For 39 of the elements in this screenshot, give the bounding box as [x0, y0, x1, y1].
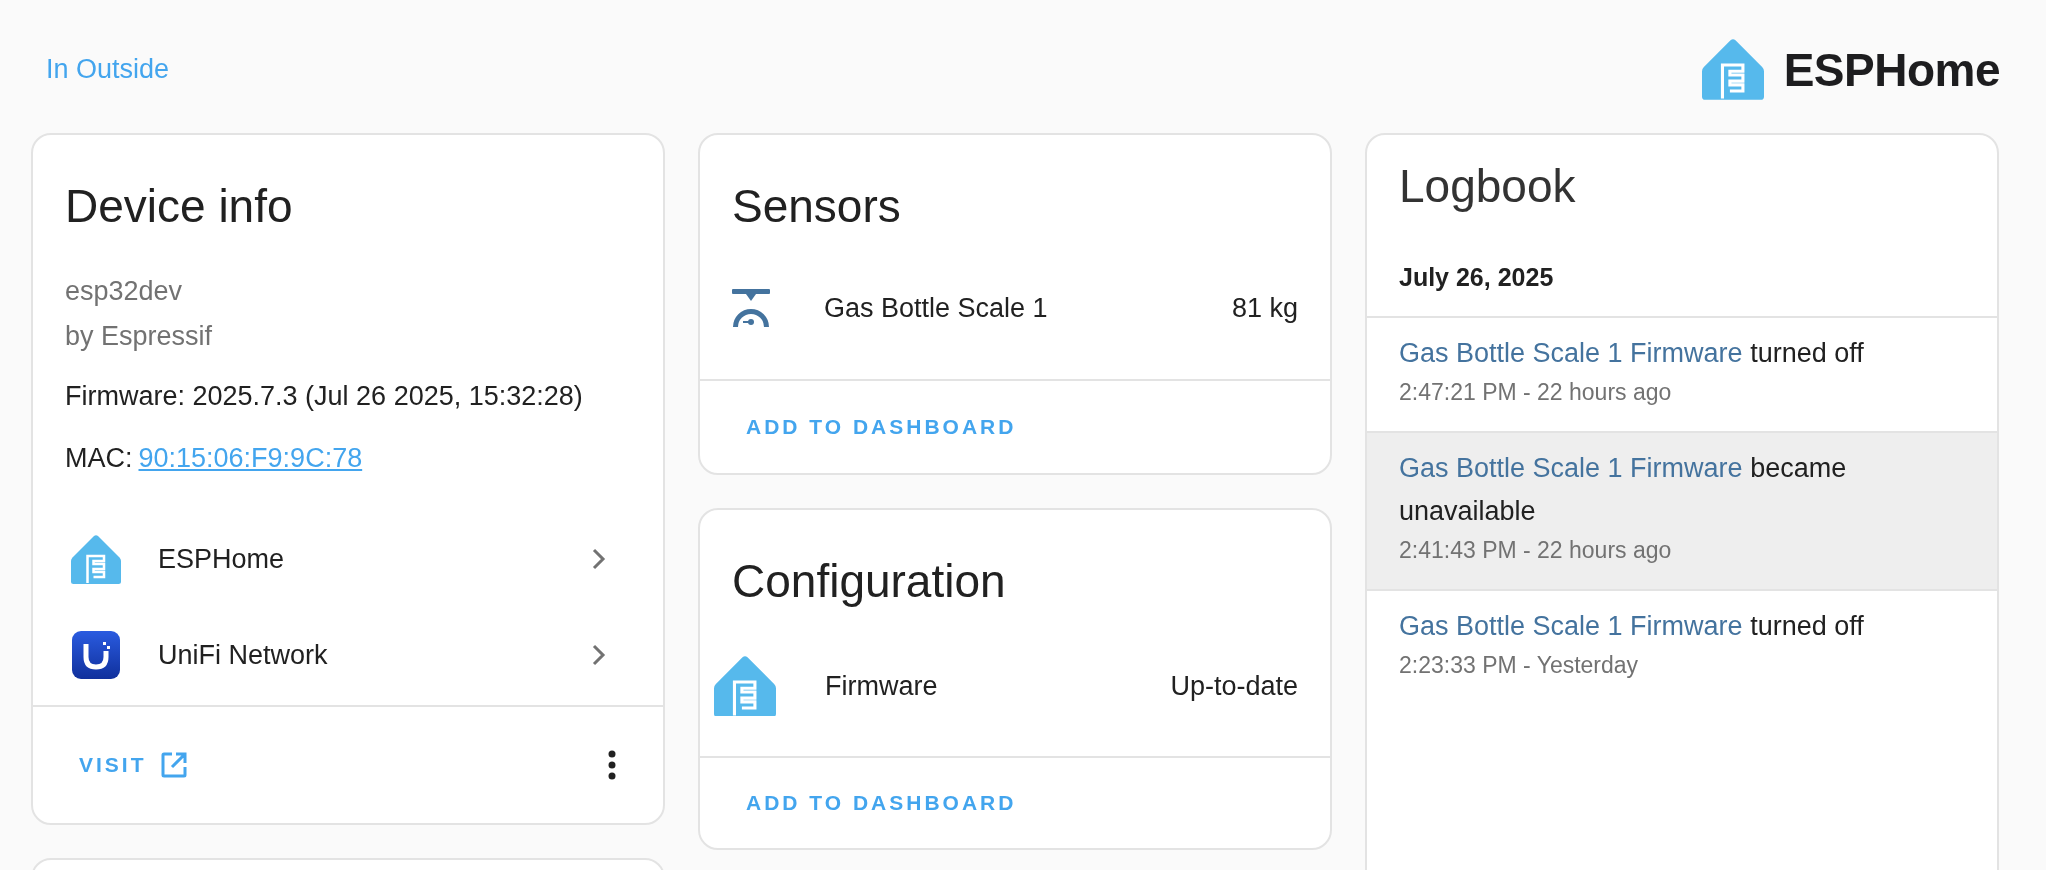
house-logo-icon	[714, 655, 776, 717]
card-title: Logbook	[1398, 159, 1577, 211]
more-icon	[608, 750, 616, 780]
log-time: 2:23:33 PM - Yesterday	[1399, 651, 1640, 680]
add-to-dashboard-button[interactable]: ADD TO DASHBOARD	[726, 405, 1037, 449]
house-logo-icon	[71, 534, 121, 584]
date-heading: July 26, 2025	[1398, 262, 1555, 293]
entity-value: Up-to-date	[1170, 670, 1298, 702]
log-message: Gas Bottle Scale 1 Firmware turned off	[1399, 610, 1865, 643]
entity-link[interactable]: Gas Bottle Scale 1 Firmware	[1399, 611, 1743, 641]
scale-icon	[730, 289, 772, 327]
entity-name: Firmware	[825, 670, 939, 702]
entity-link[interactable]: Gas Bottle Scale 1 Firmware	[1399, 453, 1743, 483]
house-logo-icon	[1701, 39, 1764, 100]
card-title: Device info	[64, 179, 294, 231]
add-to-dashboard-button[interactable]: ADD TO DASHBOARD	[726, 781, 1037, 825]
card-title: Configuration	[731, 554, 1007, 606]
u-logo-icon	[72, 631, 120, 679]
mac-link[interactable]: 90:15:06:F9:9C:78	[138, 443, 363, 473]
log-time: 2:47:21 PM - 22 hours ago	[1399, 378, 1673, 407]
chevron-right-icon	[592, 548, 606, 570]
log-time: 2:41:43 PM - 22 hours ago	[1399, 536, 1673, 565]
model-text: esp32dev	[65, 275, 184, 308]
area-link[interactable]: In Outside	[46, 54, 170, 85]
entity-value: 81 kg	[1231, 292, 1298, 324]
chevron-right-icon	[592, 644, 606, 666]
firmware-text: Firmware: 2025.7.3 (Jul 26 2025, 15:32:28)	[65, 381, 584, 411]
log-message: Gas Bottle Scale 1 Firmware turned off	[1399, 337, 1865, 370]
brand-name: ESPHome	[1783, 42, 2000, 97]
entity-name: Gas Bottle Scale 1	[824, 292, 1049, 324]
integration-item[interactable]: UniFi Network	[33, 607, 663, 703]
card-title: Sensors	[731, 179, 902, 231]
integration-item[interactable]: ESPHome	[33, 511, 663, 607]
visit-button[interactable]: VISIT	[59, 742, 207, 788]
mac-label: MAC:	[65, 443, 133, 473]
external-link-icon	[160, 752, 187, 778]
manufacturer-text: by Espressif	[65, 320, 214, 353]
log-message: Gas Bottle Scale 1 Firmware became unavailable	[1399, 452, 1848, 528]
entity-link[interactable]: Gas Bottle Scale 1 Firmware	[1399, 338, 1743, 368]
